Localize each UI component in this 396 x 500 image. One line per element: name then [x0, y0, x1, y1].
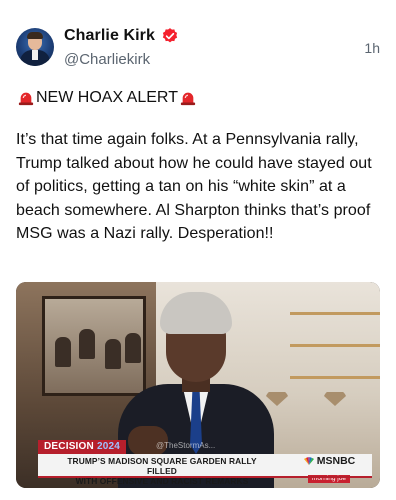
- siren-icon: [18, 92, 34, 106]
- avatar[interactable]: [16, 28, 54, 66]
- siren-icon: [180, 92, 196, 106]
- tv-lower-third: DECISION 2024 @TheStormAs... TRUMP’S MAD…: [38, 440, 372, 486]
- author-name[interactable]: Charlie Kirk: [64, 27, 155, 45]
- post-timestamp[interactable]: 1h: [364, 40, 380, 56]
- banner-accent-bar: [38, 476, 372, 478]
- post-media-video-still[interactable]: DECISION 2024 @TheStormAs... TRUMP’S MAD…: [16, 282, 380, 488]
- headline-banner: TRUMP’S MADISON SQUARE GARDEN RALLY FILL…: [38, 454, 372, 486]
- decor-stripe: [290, 312, 380, 315]
- decision-badge: DECISION 2024: [38, 440, 126, 454]
- alert-text: NEW HOAX ALERT: [36, 89, 178, 106]
- post-card[interactable]: Charlie Kirk @Charliekirk 1h NEW HOAX AL…: [0, 0, 396, 500]
- watermark: @TheStormAs...: [156, 441, 216, 450]
- peacock-logo-icon: [303, 457, 314, 465]
- decor-stripe: [290, 344, 380, 347]
- decor-stripe: [290, 376, 380, 379]
- author-handle[interactable]: @Charliekirk: [64, 51, 150, 68]
- alert-line: NEW HOAX ALERT: [16, 89, 198, 107]
- peacock-decor-icon: [324, 392, 346, 406]
- headline-text: TRUMP’S MADISON SQUARE GARDEN RALLY FILL…: [67, 456, 257, 486]
- post-body: It’s that time again folks. At a Pennsyl…: [16, 131, 372, 242]
- verified-badge-icon: [162, 28, 178, 43]
- author-row: Charlie Kirk: [64, 27, 179, 45]
- network-logo: MSNBC morning joe: [294, 455, 364, 483]
